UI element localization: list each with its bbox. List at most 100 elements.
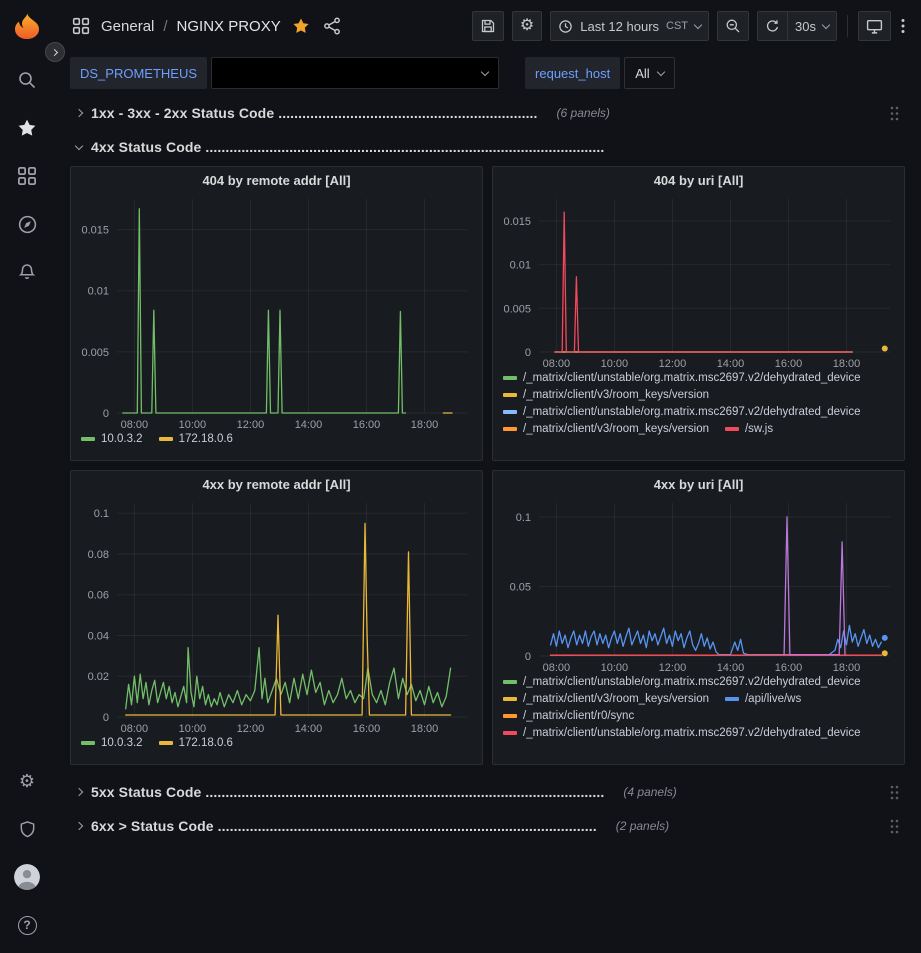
time-series-chart[interactable]: 08:0010:0012:0014:0016:0018:0000.050.1 [493,493,904,676]
starred-nav-icon[interactable] [5,106,49,150]
dashboard-scroll-area: 1xx - 3xx - 2xx Status Code ............… [54,94,921,953]
svg-text:0: 0 [525,347,531,359]
variable-bar: DS_PROMETHEUS request_host All [54,52,921,94]
svg-text:0.04: 0.04 [88,630,109,642]
search-icon[interactable] [5,58,49,102]
dashboard-folder-grid-icon[interactable] [70,15,92,37]
svg-text:0: 0 [525,651,531,663]
refresh-interval-dropdown[interactable]: 30s [787,11,837,41]
share-icon[interactable] [321,15,343,37]
legend-item[interactable]: /sw.js [725,423,773,435]
svg-text:0.1: 0.1 [94,508,109,520]
user-avatar[interactable] [5,855,49,899]
chevron-down-icon [656,67,664,75]
panel-title-bar[interactable]: 4xx by remote addr [All] [71,471,482,493]
legend-item[interactable]: 10.0.3.2 [81,433,143,445]
datasource-variable-label[interactable]: DS_PROMETHEUS [70,57,207,89]
grafana-logo[interactable] [10,10,44,44]
legend-item[interactable]: /_matrix/client/unstable/org.matrix.msc2… [503,372,861,384]
svg-text:10:00: 10:00 [179,723,207,735]
row-title: 5xx Status Code ........................… [91,784,604,800]
legend-item[interactable]: /_matrix/client/r0/sync [503,710,634,722]
panel-grid: 404 by remote addr [All] 08:00 10:00 12:00… [70,166,905,765]
chevron-right-icon [75,109,83,117]
svg-text:14:00: 14:00 [295,419,323,431]
configuration-gear-icon[interactable]: ⚙ [5,759,49,803]
time-series-chart[interactable]: 08:0010:0012:0014:0016:0018:0000.0050.01… [71,189,482,433]
chart-legend: 10.0.3.2 172.18.0.6 [71,737,482,764]
legend-item[interactable]: 10.0.3.2 [81,737,143,749]
chevron-right-icon [75,822,83,830]
time-series-chart[interactable]: 08:0010:0012:0014:0016:0018:0000.020.040… [71,493,482,737]
svg-text:08:00: 08:00 [543,662,571,674]
refresh-button[interactable] [757,11,787,41]
legend-item[interactable]: 172.18.0.6 [159,433,233,445]
server-admin-shield-icon[interactable] [5,807,49,851]
legend-item[interactable]: /api/live/ws [725,693,801,705]
save-dashboard-button[interactable] [472,11,504,41]
svg-text:14:00: 14:00 [295,723,323,735]
row-6xx[interactable]: 6xx > Status Code ......................… [70,811,905,841]
panel-title-bar[interactable]: 404 by remote addr [All] [71,167,482,189]
svg-text:10:00: 10:00 [601,662,629,674]
help-icon[interactable]: ? [5,903,49,947]
svg-text:0.08: 0.08 [88,549,109,561]
panel-title: 4xx by uri [All] [501,477,896,492]
svg-text:14:00: 14:00 [717,662,745,674]
divider [847,15,848,37]
alerting-bell-icon[interactable] [5,250,49,294]
legend-item[interactable]: /_matrix/client/v3/room_keys/version [503,693,709,705]
legend-item[interactable]: /_matrix/client/v3/room_keys/version [503,423,709,435]
legend-item[interactable]: /_matrix/client/unstable/org.matrix.msc2… [503,676,861,688]
chart-legend: 10.0.3.2 172.18.0.6 [71,433,482,460]
svg-text:12:00: 12:00 [659,358,687,370]
datasource-variable-select[interactable] [211,57,499,89]
svg-text:0.01: 0.01 [510,260,531,272]
row-panel-count: (4 panels) [623,785,676,799]
svg-text:16:00: 16:00 [775,662,803,674]
legend-item[interactable]: 172.18.0.6 [159,737,233,749]
chevron-right-icon [75,788,83,796]
legend-item[interactable]: /_matrix/client/unstable/org.matrix.msc2… [503,406,861,418]
explore-compass-icon[interactable] [5,202,49,246]
favorite-star-icon[interactable] [290,15,312,37]
tv-mode-button[interactable] [858,11,891,41]
svg-text:0.06: 0.06 [88,590,109,602]
time-range-picker[interactable]: Last 12 hours CST [550,11,709,41]
breadcrumb: General / NGINX PROXY [101,18,281,35]
request-host-value: All [635,66,649,81]
time-series-chart[interactable]: 08:0010:0012:0014:0016:0018:0000.0050.01… [493,189,904,372]
breadcrumb-folder[interactable]: General [101,18,154,35]
request-host-variable-label[interactable]: request_host [525,57,620,89]
drag-handle-icon[interactable] [890,106,899,121]
main-area: General / NGINX PROXY ⚙ Last 12 hours CS… [54,0,921,953]
svg-text:08:00: 08:00 [543,358,571,370]
row-5xx[interactable]: 5xx Status Code ........................… [70,777,905,807]
chart-legend: /_matrix/client/unstable/org.matrix.msc2… [493,372,904,460]
dashboard-title[interactable]: NGINX PROXY [177,18,281,35]
svg-text:12:00: 12:00 [237,419,265,431]
row-1xx-3xx-2xx[interactable]: 1xx - 3xx - 2xx Status Code ............… [70,98,905,128]
sidebar-expand-button[interactable] [45,42,65,62]
legend-item[interactable]: /_matrix/client/v3/room_keys/version [503,389,709,401]
row-panel-count: (6 panels) [557,106,610,120]
panel-title: 404 by uri [All] [501,173,896,188]
legend-item[interactable]: /_matrix/client/unstable/org.matrix.msc2… [503,727,861,739]
drag-handle-icon[interactable] [890,819,899,834]
panel-title-bar[interactable]: 4xx by uri [All] [493,471,904,493]
svg-text:0: 0 [103,712,109,724]
panel-4xx-by-uri: 4xx by uri [All] 08:0010:0012:0014:0016:… [492,470,905,765]
zoom-out-button[interactable] [717,11,749,41]
svg-text:16:00: 16:00 [353,419,381,431]
svg-text:0.005: 0.005 [81,347,109,359]
drag-handle-icon[interactable] [890,785,899,800]
row-4xx[interactable]: 4xx Status Code ........................… [70,132,905,162]
panel-title: 404 by remote addr [All] [79,173,474,188]
dashboards-nav-icon[interactable] [5,154,49,198]
svg-text:10:00: 10:00 [601,358,629,370]
dashboard-settings-button[interactable]: ⚙ [512,11,542,41]
panel-title-bar[interactable]: 404 by uri [All] [493,167,904,189]
svg-text:10:00: 10:00 [179,419,207,431]
request-host-variable-select[interactable]: All [624,57,674,89]
kebab-menu-icon[interactable] [899,16,907,36]
